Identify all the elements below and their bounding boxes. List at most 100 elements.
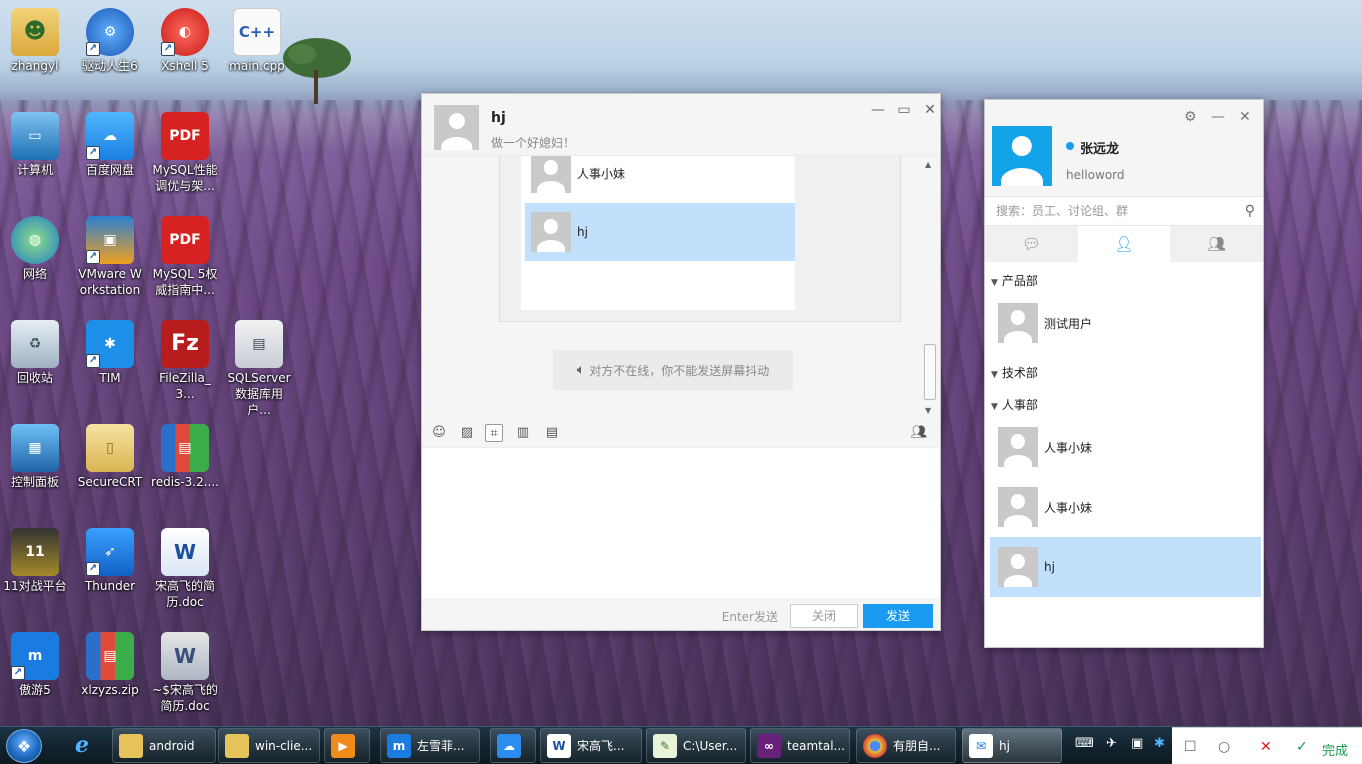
desktop-icon-temp-resume-doc[interactable]: W ~$宋高飞的简历.doc	[150, 632, 220, 714]
desktop-icon-computer[interactable]: ▭ 计算机	[0, 112, 70, 178]
close-chat-button[interactable]: 关闭	[790, 604, 858, 628]
maximize-icon[interactable]: ▭	[896, 102, 912, 118]
search-input[interactable]	[985, 197, 1225, 225]
desktop-icon-vmware[interactable]: ▣ ↗ VMware Workstation	[75, 216, 145, 298]
minimize-icon[interactable]: —	[1211, 109, 1225, 125]
panel-tabs: 💬︎ 👤︎ 👥︎	[985, 226, 1263, 262]
scroll-down-icon[interactable]: ▼	[925, 406, 931, 415]
screenshot-file-icon: ▤	[235, 320, 283, 368]
contact-item[interactable]: 测试用户	[990, 293, 1261, 353]
desktop-icon-network[interactable]: ◍ 网络	[0, 216, 70, 282]
cloud-icon: ☁	[497, 733, 521, 758]
shake-window-icon[interactable]: ▥	[514, 424, 532, 442]
start-button[interactable]: ❖	[6, 729, 42, 763]
tab-contacts[interactable]: 👤︎	[1077, 226, 1171, 262]
minimize-icon[interactable]: —	[870, 102, 886, 118]
message-input[interactable]	[422, 448, 940, 598]
desktop-icon-recycle-bin[interactable]: ♻ 回收站	[0, 320, 70, 386]
rectangle-tool-icon[interactable]: ☐	[1184, 739, 1197, 755]
thunder-bird-icon: ➶ ↗	[86, 528, 134, 576]
shortcut-arrow-icon: ↗	[86, 42, 100, 56]
taskbar-baidu-netdisk[interactable]: ☁	[490, 728, 536, 763]
visual-studio-icon: ∞	[757, 733, 781, 758]
emoji-icon[interactable]: ☺	[430, 424, 448, 442]
shortcut-arrow-icon: ↗	[86, 146, 100, 160]
chat-contact-name: hj	[491, 110, 506, 126]
close-icon[interactable]: ✕	[1239, 109, 1251, 125]
desktop-icon-main-cpp[interactable]: C++ main.cpp	[222, 8, 292, 74]
taskbar-android[interactable]: android	[112, 728, 216, 763]
online-status-icon[interactable]	[1066, 142, 1074, 150]
contact-item[interactable]: 人事小妹	[990, 417, 1261, 477]
teamtalk-tray-icon[interactable]: ✈	[1106, 736, 1117, 751]
taskbar-win-client[interactable]: win-clie...	[218, 728, 320, 763]
keyboard-icon[interactable]: ⌨	[1075, 736, 1094, 751]
desktop-icon-redis[interactable]: ▤ redis-3.2....	[150, 424, 220, 490]
desktop-icon-maxthon[interactable]: m ↗ 傲游5	[0, 632, 70, 698]
tab-recent-chats[interactable]: 💬︎	[985, 226, 1078, 262]
screenshot-crop-icon[interactable]: ⌗	[485, 424, 503, 442]
desktop-icon-filezilla[interactable]: Fz FileZilla_3...	[150, 320, 220, 402]
contact-avatar[interactable]	[434, 105, 479, 150]
desktop-icon-sqlserver[interactable]: ▤ SQLServer数据库用户...	[224, 320, 294, 418]
my-avatar[interactable]	[992, 126, 1052, 186]
history-icon[interactable]: ▤	[543, 424, 561, 442]
taskbar-ie[interactable]: ℯ	[64, 728, 108, 763]
computer-icon: ▭	[11, 112, 59, 160]
desktop-icon-securecrt[interactable]: ▯ SecureCRT	[75, 424, 145, 490]
list-item[interactable]: hj	[525, 203, 795, 261]
image-icon[interactable]: ▨	[458, 424, 476, 442]
tim-star-icon: ✱ ↗	[86, 320, 134, 368]
taskbar-maxthon[interactable]: m 左雪菲...	[380, 728, 480, 763]
group-header-hr[interactable]: ▼ 人事部	[991, 396, 1038, 413]
contact-item[interactable]: 人事小妹	[990, 477, 1261, 537]
group-header-tech[interactable]: ▼ 技术部	[991, 364, 1038, 381]
send-button[interactable]: 发送	[863, 604, 933, 628]
close-icon[interactable]: ✕	[922, 102, 938, 118]
desktop-icon-resume-doc[interactable]: W 宋高飞的简历.doc	[150, 528, 220, 610]
avatar	[998, 547, 1038, 587]
taskbar-editor[interactable]: ✎ C:\User...	[646, 728, 746, 763]
ellipse-tool-icon[interactable]: ○	[1218, 739, 1230, 755]
scroll-up-icon[interactable]: ▲	[925, 160, 931, 169]
done-button[interactable]: 完成	[1322, 740, 1348, 759]
message-scrollbar[interactable]: ▲ ▼	[923, 156, 937, 418]
cancel-icon[interactable]: ✕	[1260, 739, 1272, 755]
desktop-icon-control-panel[interactable]: ▦ 控制面板	[0, 424, 70, 490]
taskbar-word[interactable]: W 宋高飞...	[540, 728, 642, 763]
group-header-product[interactable]: ▼ 产品部	[991, 272, 1038, 289]
avatar	[998, 427, 1038, 467]
list-item[interactable]: 人事小妹	[525, 156, 795, 202]
search-icon[interactable]: ⚲	[1245, 203, 1255, 219]
folder-icon: ▯	[86, 424, 134, 472]
checkmark-icon[interactable]: ✓	[1296, 739, 1308, 755]
shared-card: 人事小妹 hj	[499, 156, 901, 322]
gear-icon[interactable]: ⚙	[1184, 109, 1197, 125]
desktop-icon-mysql-pdf[interactable]: PDF MySQL性能调优与架...	[150, 112, 220, 194]
enter-send-hint[interactable]: Enter发送	[722, 608, 778, 625]
game-platform-icon: 11	[11, 528, 59, 576]
desktop-icon-baidu-netdisk[interactable]: ☁ ↗ 百度网盘	[75, 112, 145, 178]
desktop-icon-driver-genius[interactable]: ⚙ ↗ 驱动人生6	[75, 8, 145, 74]
desktop-icon-11-platform[interactable]: 11 11对战平台	[0, 528, 70, 594]
taskbar-teamtalk-chat[interactable]: ✉ hj	[962, 728, 1062, 763]
add-members-icon[interactable]: 👥︎	[906, 424, 932, 442]
desktop-icon-thunder[interactable]: ➶ ↗ Thunder	[75, 528, 145, 594]
pdf-icon: PDF	[161, 216, 209, 264]
tab-groups[interactable]: 👥︎	[1170, 226, 1263, 262]
tim-tray-icon[interactable]: ✱	[1154, 736, 1165, 751]
desktop-icon-tim[interactable]: ✱ ↗ TIM	[75, 320, 145, 386]
desktop-icon-mysql5-pdf[interactable]: PDF MySQL 5权威指南中...	[150, 216, 220, 298]
network-tray-icon[interactable]: ▣	[1131, 736, 1143, 751]
desktop-icon-user-folder[interactable]: ☻ zhangyl	[0, 8, 70, 74]
taskbar-visual-studio[interactable]: ∞ teamtal...	[750, 728, 850, 763]
contact-item-selected[interactable]: hj	[990, 537, 1261, 597]
my-signature[interactable]: helloword	[1066, 168, 1125, 182]
scrollbar-thumb[interactable]	[924, 344, 936, 400]
message-area[interactable]: 人事小妹 hj 🔈︎ 对方不在线，你不能发送屏幕抖动 ▲ ▼	[422, 156, 940, 418]
filezilla-icon: Fz	[161, 320, 209, 368]
desktop-icon-xshell[interactable]: ◐ ↗ Xshell 5	[150, 8, 220, 74]
taskbar-chrome[interactable]: 有朋自...	[856, 728, 956, 763]
taskbar-media-player[interactable]: ▶	[324, 728, 370, 763]
desktop-icon-xlzyzs-zip[interactable]: ▤ xlzyzs.zip	[75, 632, 145, 698]
